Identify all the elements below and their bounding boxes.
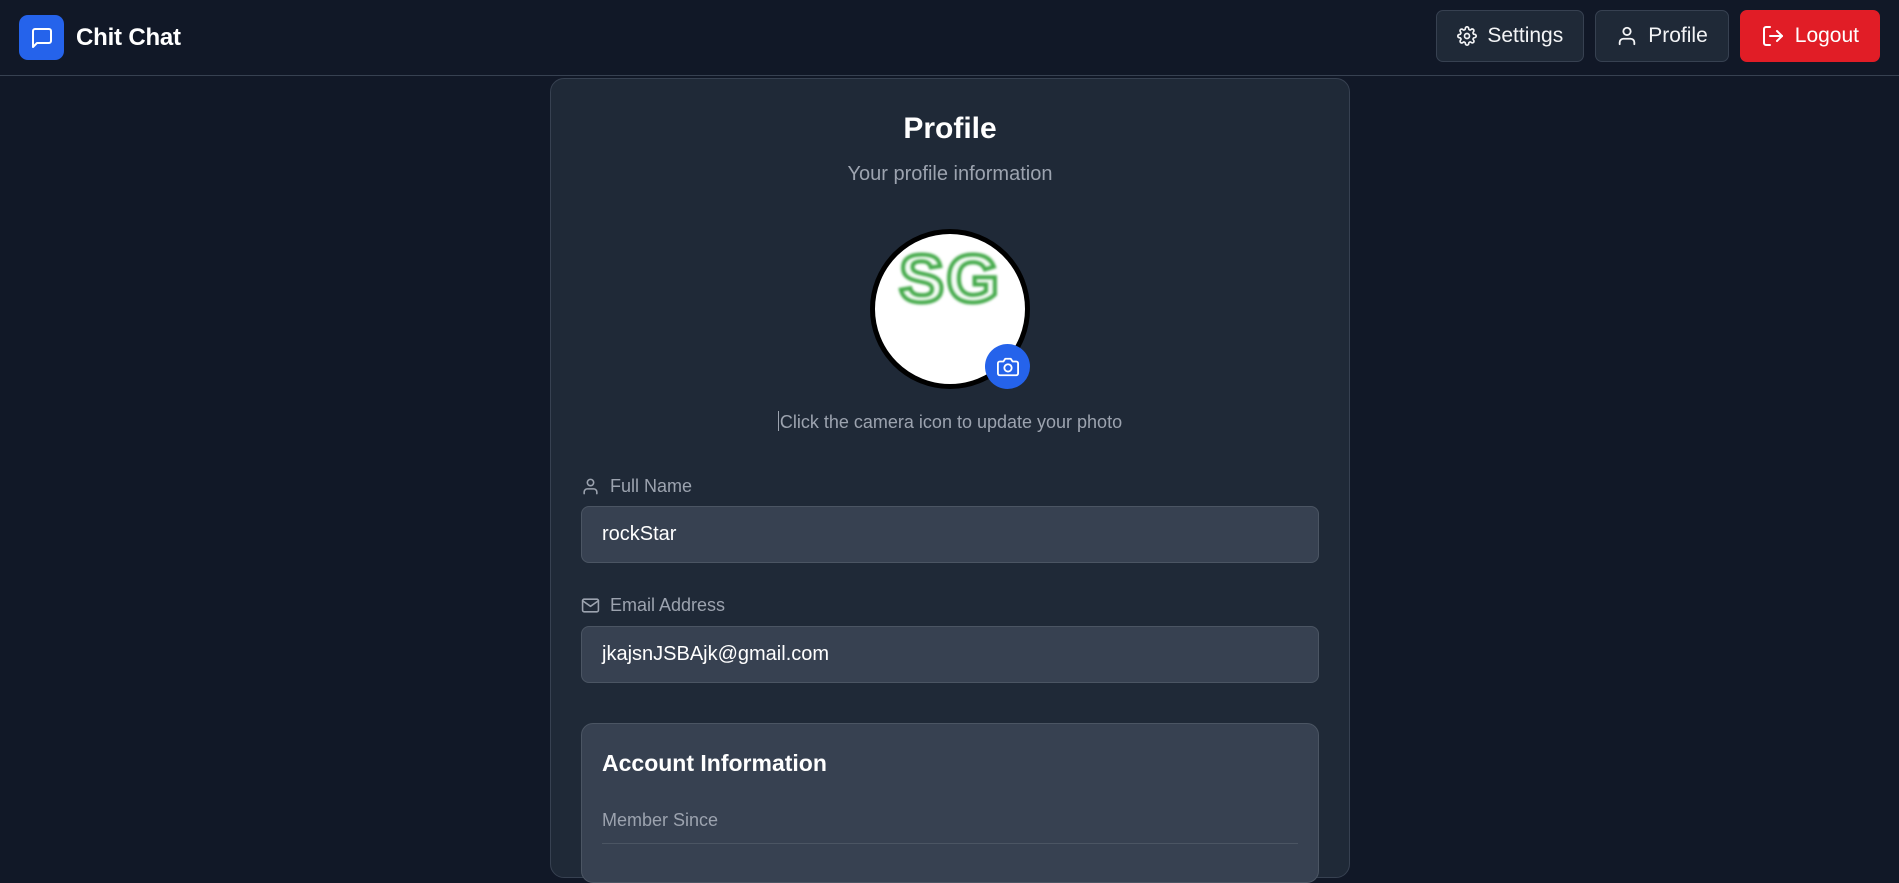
avatar-container: SG: [870, 229, 1030, 389]
email-label-text: Email Address: [610, 595, 726, 615]
camera-icon: [996, 356, 1019, 378]
page-title: Profile: [903, 112, 997, 145]
mail-icon: [581, 596, 600, 615]
member-since-row: Member Since: [602, 810, 1298, 844]
member-since-label: Member Since: [602, 810, 719, 830]
user-icon: [1616, 25, 1638, 47]
email-label: Email Address: [581, 595, 725, 616]
app-name: Chit Chat: [76, 23, 181, 51]
email-value: jkajsnJSBAjk@gmail.com: [602, 643, 830, 665]
account-information-title: Account Information: [602, 750, 827, 776]
avatar-image-text: SG: [897, 239, 1002, 319]
logout-button[interactable]: Logout: [1739, 10, 1880, 62]
settings-label: Settings: [1487, 24, 1564, 47]
profile-label: Profile: [1648, 24, 1708, 47]
full-name-field[interactable]: rockStar: [581, 506, 1319, 563]
nav-actions: Settings Profile Logout: [1436, 10, 1880, 62]
full-name-label-text: Full Name: [610, 476, 693, 496]
logout-label: Logout: [1794, 24, 1859, 47]
profile-button[interactable]: Profile: [1595, 10, 1729, 62]
user-icon: [581, 477, 600, 496]
gear-icon: [1457, 26, 1478, 46]
photo-hint-text: Click the camera icon to update your pho…: [779, 412, 1123, 432]
page-subtitle: Your profile information: [847, 163, 1053, 185]
email-field[interactable]: jkajsnJSBAjk@gmail.com: [581, 626, 1319, 683]
settings-button[interactable]: Settings: [1436, 10, 1585, 62]
text-caret: [777, 411, 779, 431]
logout-icon: [1761, 24, 1785, 48]
camera-upload-button[interactable]: [985, 344, 1030, 389]
top-navbar: Chit Chat Settings Profile Logout: [0, 0, 1899, 76]
account-information-panel: Account Information Member Since: [581, 723, 1319, 883]
photo-hint: Click the camera icon to update your pho…: [550, 411, 1350, 433]
full-name-value: rockStar: [602, 523, 677, 545]
full-name-label: Full Name: [581, 476, 692, 497]
brand[interactable]: Chit Chat: [19, 15, 181, 60]
chat-bubble-icon: [19, 15, 64, 60]
